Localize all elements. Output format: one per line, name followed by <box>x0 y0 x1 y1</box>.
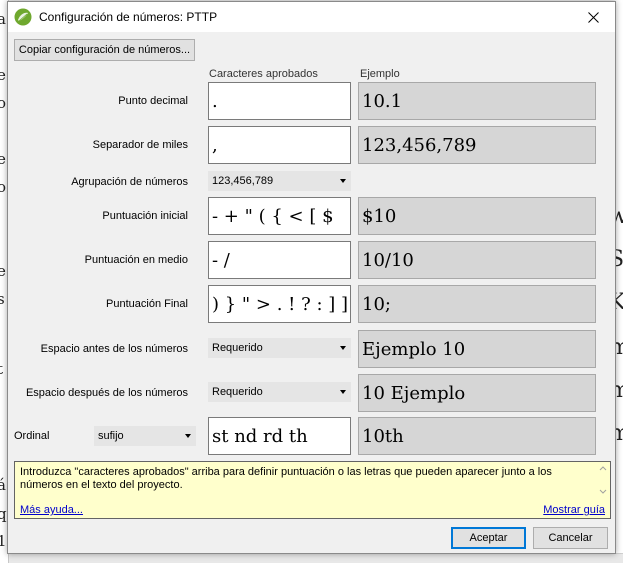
final-punctuation-label: Puntuación Final <box>106 298 188 310</box>
space-after-label: Espacio después de los números <box>25 387 188 399</box>
space-after-dropdown[interactable]: Requerido <box>208 382 351 402</box>
bg-glyph: o <box>0 178 6 196</box>
space-before-value: Requerido <box>212 342 263 354</box>
background-document-bottom <box>9 553 623 563</box>
close-icon <box>587 11 599 23</box>
thousands-separator-input[interactable]: , <box>208 126 351 164</box>
medial-punctuation-label: Puntuación en medio <box>84 254 188 266</box>
copy-number-settings-button[interactable]: Copiar configuración de números... <box>14 39 195 61</box>
window-title: Configuración de números: PTTP <box>39 10 218 24</box>
bg-glyph: m <box>615 421 623 446</box>
initial-punctuation-input[interactable]: - + " ( { < [ $ <box>208 197 351 235</box>
thousands-separator-example: 123,456,789 <box>358 126 596 164</box>
bg-glyph: S <box>615 247 623 272</box>
final-punctuation-input[interactable]: ) } " > . ! ? : ] ] <box>208 285 351 323</box>
initial-punctuation-label: Puntuación inicial <box>102 210 188 222</box>
background-document-right-edge: w S K m m m <box>615 0 623 563</box>
decimal-point-example: 10.1 <box>358 82 596 120</box>
bg-glyph: t <box>0 360 3 378</box>
bg-glyph: s <box>0 290 5 308</box>
number-grouping-label: Agrupación de números <box>71 176 188 188</box>
number-settings-dialog: Configuración de números: PTTP Copiar co… <box>7 1 616 554</box>
chevron-down-icon <box>340 179 346 183</box>
space-after-example: 10 Ejemplo <box>358 374 596 412</box>
medial-punctuation-input[interactable]: - / <box>208 241 351 279</box>
chevron-down-icon <box>340 346 346 350</box>
ordinal-example: 10th <box>358 417 596 455</box>
bg-glyph: q <box>0 505 7 523</box>
chevron-down-icon <box>185 434 191 438</box>
help-scrollbar[interactable] <box>597 463 609 499</box>
ordinal-type-value: sufijo <box>98 430 124 442</box>
initial-punctuation-example: $10 <box>358 197 596 235</box>
approved-characters-header: Caracteres aprobados <box>209 68 318 80</box>
more-help-link[interactable]: Más ayuda... <box>20 504 83 516</box>
bg-glyph: w <box>615 204 623 229</box>
example-header: Ejemplo <box>360 68 400 80</box>
bg-glyph: e <box>0 262 6 280</box>
bg-glyph: a <box>0 10 6 28</box>
bg-glyph: e <box>0 150 6 168</box>
bg-glyph: m <box>615 335 623 360</box>
show-guide-link[interactable]: Mostrar guía <box>543 504 605 516</box>
title-bar: Configuración de números: PTTP <box>8 2 615 32</box>
space-before-dropdown[interactable]: Requerido <box>208 338 351 358</box>
thousands-separator-label: Separador de miles <box>92 139 188 151</box>
bg-glyph: 1 <box>0 532 7 550</box>
number-grouping-value: 123,456,789 <box>212 175 274 187</box>
ok-button[interactable]: Aceptar <box>451 527 526 549</box>
ordinal-input[interactable]: st nd rd th <box>208 417 351 455</box>
help-panel: Introduzca "caracteres aprobados" arriba… <box>14 461 611 519</box>
number-grouping-dropdown[interactable]: 123,456,789 <box>208 171 351 191</box>
close-button[interactable] <box>571 2 615 32</box>
space-before-example: Ejemplo 10 <box>358 330 596 368</box>
medial-punctuation-example: 10/10 <box>358 241 596 279</box>
decimal-point-label: Punto decimal <box>118 95 188 107</box>
app-icon <box>14 8 32 26</box>
bg-glyph: m <box>615 378 623 403</box>
bg-glyph: K <box>615 290 623 315</box>
final-punctuation-example: 10; <box>358 285 596 323</box>
chevron-down-icon <box>340 390 346 394</box>
bg-glyph: o <box>0 94 6 112</box>
space-before-label: Espacio antes de los números <box>40 343 188 355</box>
bg-glyph: e <box>0 66 6 84</box>
help-text: Introduzca "caracteres aprobados" arriba… <box>20 466 552 491</box>
bg-glyph: á <box>0 476 6 494</box>
space-after-value: Requerido <box>212 386 263 398</box>
cancel-button[interactable]: Cancelar <box>533 527 608 549</box>
decimal-point-input[interactable]: . <box>208 82 351 120</box>
ordinal-label: Ordinal <box>14 430 50 442</box>
ordinal-type-dropdown[interactable]: sufijo <box>94 426 196 446</box>
